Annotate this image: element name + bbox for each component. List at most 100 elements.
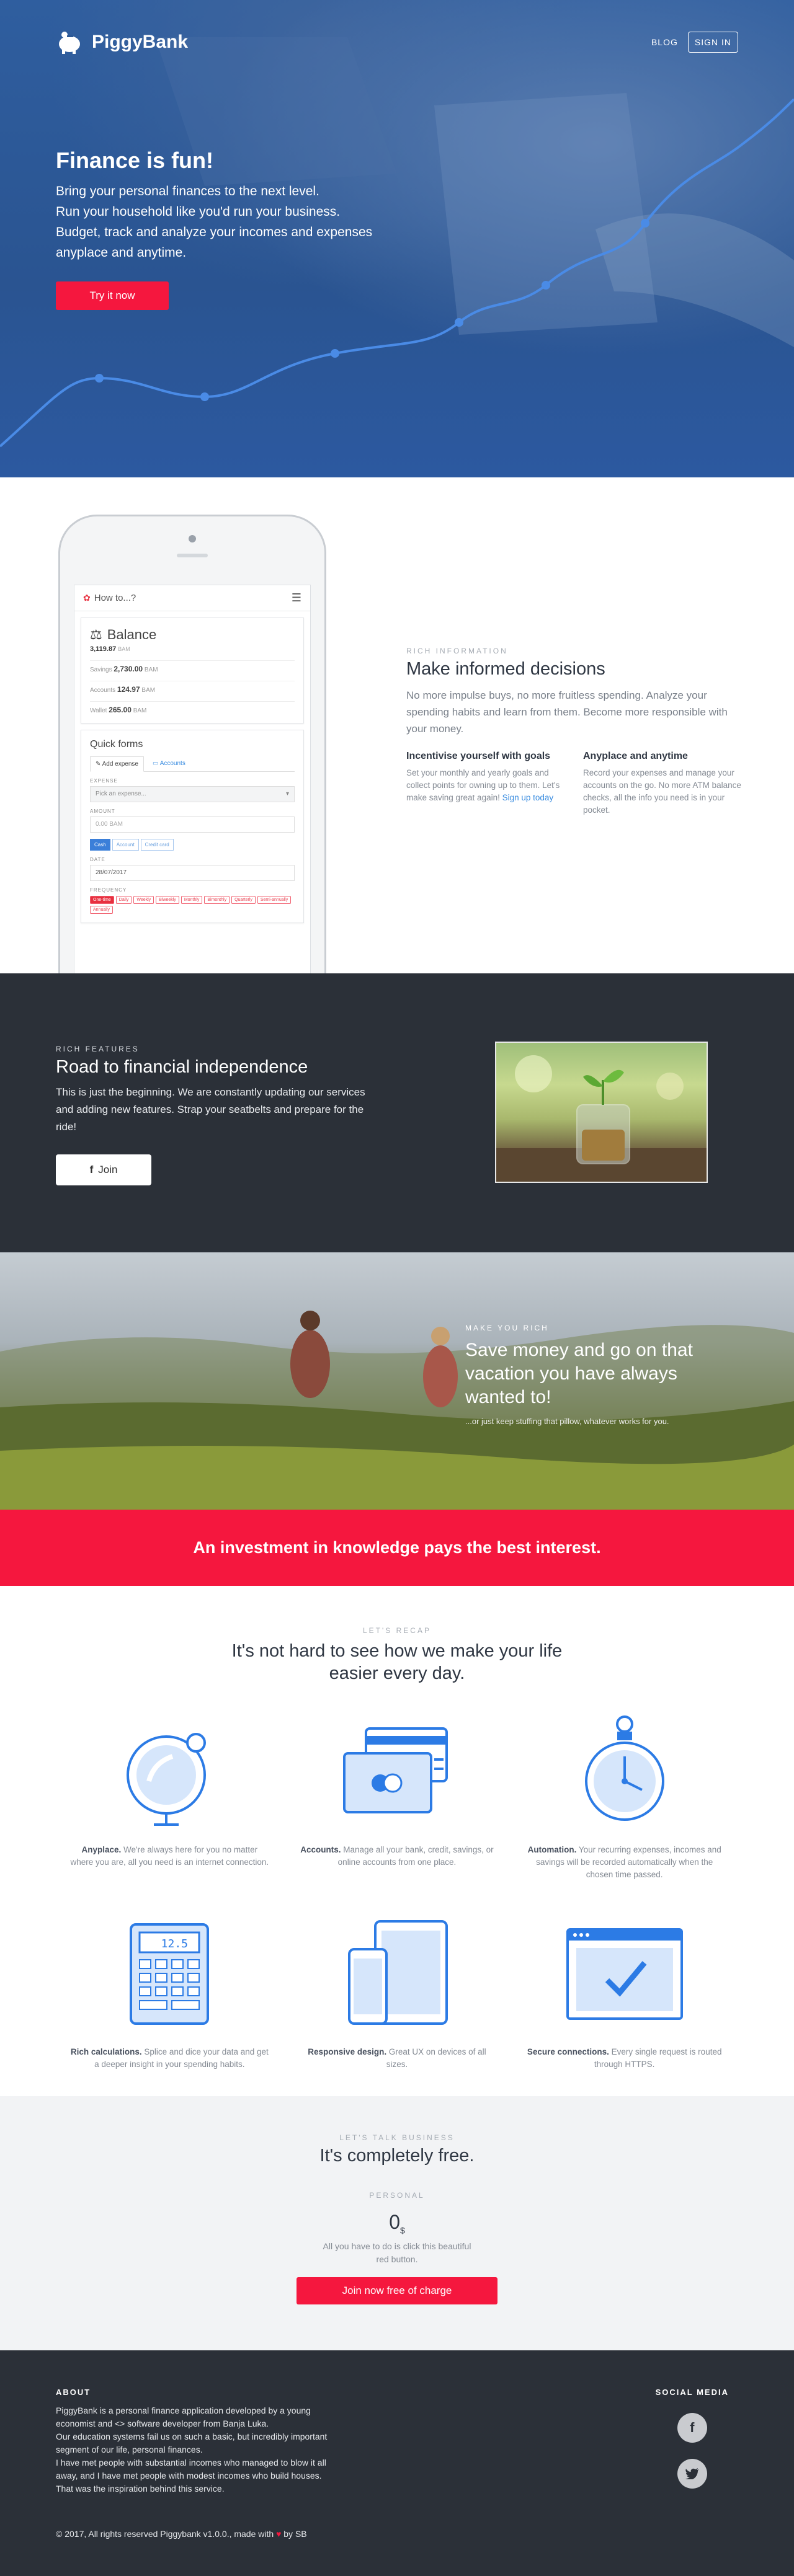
feature-label: Accounts. [300, 1845, 341, 1854]
join-free-button[interactable]: Join now free of charge [297, 2277, 497, 2305]
chevron-down-icon: ▾ [285, 790, 289, 797]
road-title: Road to financial independence [56, 1057, 308, 1077]
about-line: PiggyBank is a personal finance applicat… [56, 2406, 311, 2428]
pricing-section: LET'S TALK BUSINESS It's completely free… [0, 2096, 794, 2350]
edit-icon: ✎ [96, 761, 102, 768]
balance-row-value: 124.97 [117, 685, 140, 694]
sign-in-button[interactable]: SIGN IN [687, 32, 738, 53]
quick-forms-card: Quick forms ✎ Add expense ▭ Accounts EXP… [81, 730, 304, 923]
account-button[interactable]: Account [112, 839, 139, 851]
frequency-chip[interactable]: Monthly [181, 896, 203, 904]
info-columns: Incentivise yourself with goals Set your… [406, 751, 741, 817]
tab-add-expense[interactable]: ✎ Add expense [90, 756, 144, 772]
about-text: PiggyBank is a personal finance applicat… [56, 2404, 341, 2495]
footer: ABOUT PiggyBank is a personal finance ap… [0, 2350, 794, 2576]
piggy-icon [59, 32, 80, 54]
frequency-chip[interactable]: Quarterly [231, 896, 256, 904]
vacation-title: Save money and go on that vacation you h… [465, 1340, 693, 1407]
hero-line: anyplace and anytime. [56, 246, 187, 260]
expense-label: EXPENSE [90, 778, 118, 784]
frequency-chip[interactable]: Bimonthly [204, 896, 230, 904]
frequency-chip[interactable]: Annually [90, 906, 113, 914]
facebook-icon[interactable]: f [677, 2413, 707, 2443]
feature-description: Manage all your bank, credit, savings, o… [337, 1845, 494, 1867]
quick-forms-tabs: ✎ Add expense ▭ Accounts [90, 756, 295, 772]
expense-select[interactable]: Pick an expense... ▾ [90, 786, 295, 802]
stopwatch-icon [584, 1715, 664, 1821]
social-heading: SOCIAL MEDIA [655, 2388, 729, 2397]
coin-jar-image [495, 1042, 708, 1183]
pricing-title: It's completely free. [319, 2146, 475, 2166]
facebook-icon: f [89, 1164, 94, 1175]
cards-icon [342, 1727, 448, 1813]
anyplace-column: Anyplace and anytime Record your expense… [583, 751, 741, 817]
recap-eyebrow: LET'S RECAP [363, 1626, 431, 1635]
copyright: © 2017, All rights reserved Piggybank v1… [56, 2529, 307, 2539]
frequency-chip[interactable]: Semi-annually [257, 896, 292, 904]
app-bar: ✿ How to...? ☰ [74, 585, 310, 611]
feature-item: Responsive design. Great UX on devices o… [283, 1912, 511, 2071]
road-lead: This is just the beginning. We are const… [56, 1086, 365, 1133]
frequency-chip[interactable]: Biweekly [156, 896, 179, 904]
nav-blog-link[interactable]: BLOG [651, 37, 678, 47]
frequency-label: FREQUENCY [90, 887, 127, 893]
feature-label: Automation. [527, 1845, 577, 1854]
nav-links: BLOG SIGN IN [651, 32, 738, 53]
feature-text: Automation. Your recurring expenses, inc… [525, 1844, 724, 1881]
goals-text: Set your monthly and yearly goals and co… [406, 767, 564, 804]
balance-row-unit: BAM [141, 687, 156, 694]
sign-up-today-link[interactable]: Sign up today [502, 793, 554, 802]
twitter-bird-glyph [685, 2468, 699, 2479]
try-it-now-button[interactable]: Try it now [56, 281, 169, 310]
feature-description: Every single request is routed through H… [594, 2047, 722, 2069]
top-nav: PiggyBank BLOG SIGN IN [56, 30, 738, 55]
vacation-section: MAKE YOU RICH Save money and go on that … [0, 1252, 794, 1510]
twitter-icon[interactable] [677, 2459, 707, 2489]
date-field[interactable]: 28/07/2017 [90, 865, 295, 881]
quote-text: An investment in knowledge pays the best… [193, 1538, 601, 1557]
tab-accounts-label: Accounts [159, 760, 185, 767]
brand-logo[interactable]: PiggyBank [56, 30, 188, 55]
join-label: Join [98, 1164, 118, 1175]
scale-icon: ⚖ [90, 627, 102, 642]
tab-accounts[interactable]: ▭ Accounts [148, 756, 190, 771]
balance-heading: ⚖ Balance [90, 627, 295, 643]
hamburger-menu-icon[interactable]: ☰ [292, 591, 301, 604]
hero-line: Bring your personal finances to the next… [56, 184, 319, 198]
footer-about: ABOUT PiggyBank is a personal finance ap… [56, 2388, 341, 2495]
feature-item: Anyplace. We're always here for you no m… [56, 1710, 283, 1881]
balance-title: Balance [107, 627, 157, 642]
frequency-chips: One-time Daily Weekly Biweekly Monthly B… [90, 896, 295, 914]
recap-header: LET'S RECAP It's not hard to see how we … [0, 1586, 794, 1684]
app-logo-icon: ✿ [83, 593, 91, 603]
balance-row-label: Wallet [90, 707, 107, 714]
tab-add-expense-label: Add expense [102, 761, 138, 768]
price-value: 0 [389, 2211, 400, 2233]
balance-row-value: 2,730.00 [114, 665, 143, 673]
frequency-chip[interactable]: Daily [115, 896, 132, 904]
feature-item: Secure connections. Every single request… [511, 1912, 738, 2071]
amount-field[interactable]: 0.00 BAM [90, 817, 295, 833]
info-eyebrow: RICH INFORMATION [406, 647, 508, 655]
frequency-chip[interactable]: Weekly [133, 896, 154, 904]
frequency-chip[interactable]: One-time [90, 896, 114, 904]
date-label: DATE [90, 857, 105, 862]
date-value: 28/07/2017 [96, 869, 127, 876]
feature-label: Anyplace. [81, 1845, 122, 1854]
info-section: ✿ How to...? ☰ ⚖ Balance 3,119.87 BAM Sav… [0, 477, 794, 973]
credit-card-button[interactable]: Credit card [140, 839, 174, 851]
hero-title: Finance is fun! [56, 148, 214, 173]
hero-line: Budget, track and analyze your incomes a… [56, 225, 373, 239]
phone-mockup: ✿ How to...? ☰ ⚖ Balance 3,119.87 BAM Sav… [58, 515, 326, 973]
balance-card: ⚖ Balance 3,119.87 BAM Savings 2,730.00 B… [81, 617, 304, 724]
vacation-copy: MAKE YOU RICH Save money and go on that … [465, 1324, 713, 1426]
svg-text:12.5: 12.5 [161, 1937, 188, 1950]
plan-label: PERSONAL [369, 2191, 425, 2200]
plan-price: 0$ [0, 2211, 794, 2235]
phone-camera [189, 535, 196, 542]
feature-description: Great UX on devices of all sizes. [386, 2047, 486, 2069]
coin-jar-illustration [496, 1055, 707, 1182]
amount-placeholder: 0.00 BAM [96, 821, 123, 828]
cash-button[interactable]: Cash [90, 839, 110, 851]
facebook-join-button[interactable]: f Join [56, 1154, 151, 1185]
